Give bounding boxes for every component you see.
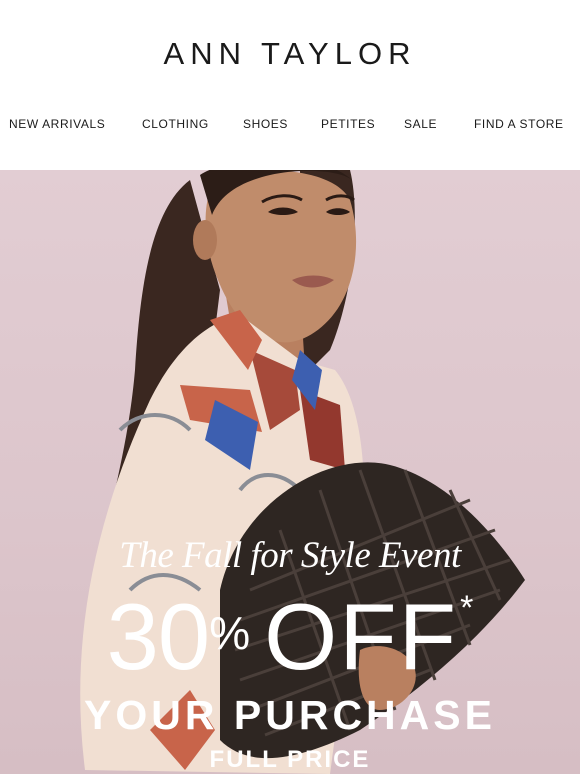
offer-percent-sign: %: [209, 607, 251, 659]
offer-number: 30: [106, 584, 211, 689]
brand-logo[interactable]: ANN TAYLOR: [0, 36, 580, 72]
nav-link-new-arrivals[interactable]: NEW ARRIVALS: [9, 117, 105, 131]
event-title: The Fall for Style Event: [119, 535, 461, 576]
main-nav: NEW ARRIVALS CLOTHING SHOES PETITES SALE…: [0, 117, 580, 133]
nav-link-sale[interactable]: SALE: [404, 117, 437, 131]
offer-off-text: OFF: [264, 584, 459, 689]
nav-link-petites[interactable]: PETITES: [321, 117, 375, 131]
nav-link-find-a-store[interactable]: FIND A STORE: [474, 117, 564, 131]
nav-link-shoes[interactable]: SHOES: [243, 117, 288, 131]
offer-subline: YOUR PURCHASE: [84, 692, 496, 738]
offer-asterisk: *: [460, 589, 474, 627]
offer-headline: 30% OFF*: [0, 590, 580, 684]
offer-subline-2: FULL PRICE: [209, 746, 371, 773]
email-page: ANN TAYLOR NEW ARRIVALS CLOTHING SHOES P…: [0, 0, 580, 774]
hero-banner[interactable]: The Fall for Style Event 30% OFF* YOUR PU…: [0, 170, 580, 774]
email-header: ANN TAYLOR NEW ARRIVALS CLOTHING SHOES P…: [0, 0, 580, 170]
nav-link-clothing[interactable]: CLOTHING: [142, 117, 209, 131]
